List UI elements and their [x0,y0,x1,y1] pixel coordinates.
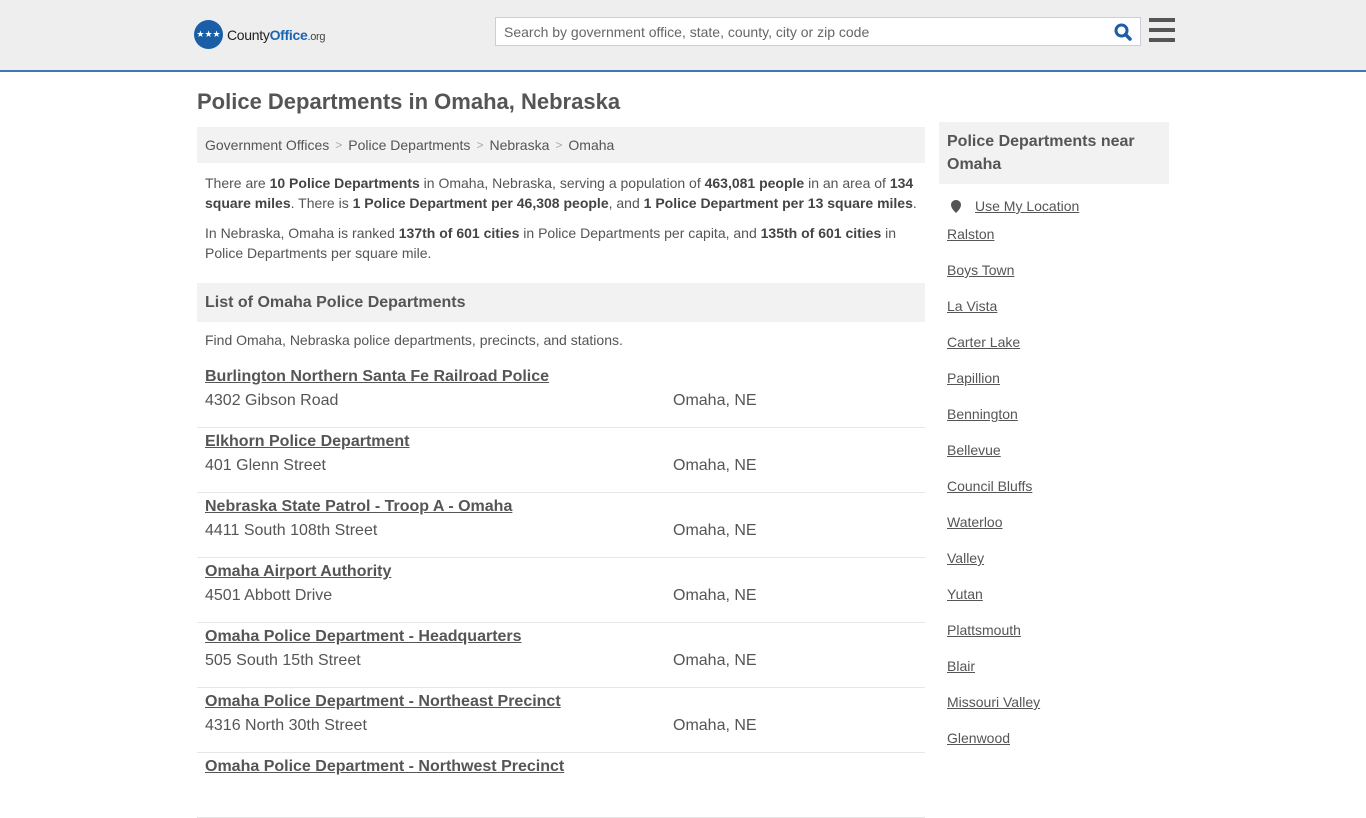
department-link[interactable]: Elkhorn Police Department [205,433,410,450]
breadcrumb-separator: > [335,138,343,152]
department-link[interactable]: Omaha Police Department - Headquarters [205,628,522,645]
department-city: Omaha, NE [673,652,757,669]
department-address: 505 South 15th Street [205,652,361,669]
nearby-city-link[interactable]: Council Bluffs [947,468,1161,504]
map-pin-icon [951,199,961,213]
department-list: Burlington Northern Santa Fe Railroad Po… [197,363,925,818]
hamburger-menu-icon[interactable] [1149,18,1175,42]
stat-value: 10 Police Departments [269,175,420,191]
text: There are [205,175,270,191]
department-address: 4411 South 108th Street [205,522,378,539]
breadcrumb-link[interactable]: Nebraska [489,137,549,153]
text: . [912,195,917,211]
department-city: Omaha, NE [673,587,757,604]
nearby-city-link[interactable]: La Vista [947,288,1161,324]
department-link[interactable]: Omaha Police Department - Northwest Prec… [205,758,564,775]
nearby-city-link[interactable]: Bennington [947,396,1161,432]
breadcrumb-separator: > [555,138,563,152]
use-my-location-link[interactable]: Use My Location [975,196,1079,216]
nearby-city-link[interactable]: Yutan [947,576,1161,612]
nearby-city-link[interactable]: Valley [947,540,1161,576]
department-city: Omaha, NE [673,392,757,409]
search-input[interactable] [496,18,1106,45]
department-city: Omaha, NE [673,522,757,539]
department-address: 4501 Abbott Drive [205,587,333,604]
list-item: Omaha Airport Authority 4501 Abbott Drive… [197,558,925,623]
stat-value: 135th of 601 cities [760,225,882,241]
department-link[interactable]: Omaha Airport Authority [205,563,391,580]
list-item: Omaha Police Department - Headquarters 50… [197,623,925,688]
nearby-city-link[interactable]: Plattsmouth [947,612,1161,648]
list-item: Burlington Northern Santa Fe Railroad Po… [197,363,925,428]
stat-value: 1 Police Department per 46,308 people [352,195,609,211]
stat-value: 137th of 601 cities [398,225,520,241]
department-link[interactable]: Omaha Police Department - Northeast Prec… [205,693,561,710]
nearby-city-link[interactable]: Carter Lake [947,324,1161,360]
page-title: Police Departments in Omaha, Nebraska [197,89,621,114]
list-item: Omaha Police Department - Northeast Prec… [197,688,925,753]
nearby-city-link[interactable]: Papillion [947,360,1161,396]
text: In Nebraska, Omaha is ranked [205,225,399,241]
nearby-city-link[interactable]: Ralston [947,216,1161,252]
breadcrumb: Government Offices > Police Departments > Ne… [197,127,925,163]
list-intro: Find Omaha, Nebraska police departments,… [205,332,623,348]
summary-paragraph: There are 10 Police Departments in Omaha… [197,173,925,213]
stat-value: 1 Police Department per 13 square miles [643,195,913,211]
text: , and [608,195,644,211]
logo-text: CountyOffice.org [227,26,326,43]
department-address: 4302 Gibson Road [205,392,339,409]
department-address: 4316 North 30th Street [205,717,367,734]
department-address: 401 Glenn Street [205,457,326,474]
list-heading: List of Omaha Police Departments [197,283,925,322]
text: in Police Departments per capita, and [519,225,761,241]
department-link[interactable]: Nebraska State Patrol - Troop A - Omaha [205,498,512,515]
text: in Omaha, Nebraska, serving a population… [419,175,705,191]
nearby-city-link[interactable]: Blair [947,648,1161,684]
search-button[interactable] [1106,18,1140,45]
ranking-paragraph: In Nebraska, Omaha is ranked 137th of 60… [197,223,925,263]
breadcrumb-link[interactable]: Omaha [568,137,614,153]
text: . There is [290,195,353,211]
department-city: Omaha, NE [673,717,757,734]
nearby-city-link[interactable]: Glenwood [947,720,1161,756]
nearby-city-link[interactable]: Waterloo [947,504,1161,540]
sidebar: Police Departments near Omaha Use My Loc… [939,122,1169,756]
site-logo[interactable]: ★★★ CountyOffice.org [194,20,326,49]
list-item: Nebraska State Patrol - Troop A - Omaha 4… [197,493,925,558]
search-icon [1114,23,1132,41]
list-item: Elkhorn Police Department 401 Glenn Stree… [197,428,925,493]
eagle-logo-icon: ★★★ [194,20,223,49]
breadcrumb-link[interactable]: Police Departments [348,137,470,153]
search-bar [495,17,1141,46]
department-link[interactable]: Burlington Northern Santa Fe Railroad Po… [205,368,549,385]
use-location[interactable]: Use My Location [947,196,1161,216]
breadcrumb-separator: > [476,138,484,152]
stat-value: 463,081 people [704,175,805,191]
main-content: Police Departments in Omaha, Nebraska Go… [197,72,925,818]
nearby-city-link[interactable]: Bellevue [947,432,1161,468]
breadcrumb-link[interactable]: Government Offices [205,137,329,153]
text: in an area of [804,175,890,191]
sidebar-heading: Police Departments near Omaha [939,122,1169,184]
site-header: ★★★ CountyOffice.org [0,0,1366,72]
list-item: Omaha Police Department - Northwest Prec… [197,753,925,818]
department-city: Omaha, NE [673,457,757,474]
nearby-city-link[interactable]: Boys Town [947,252,1161,288]
nearby-city-link[interactable]: Missouri Valley [947,684,1161,720]
